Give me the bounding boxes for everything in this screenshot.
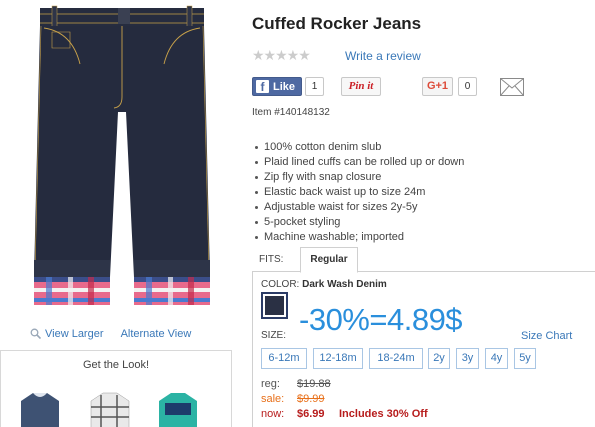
product-image[interactable]	[22, 2, 222, 312]
feature-item: Machine washable; imported	[254, 230, 464, 245]
size-option-5y[interactable]: 5y	[514, 348, 536, 369]
facebook-icon: f	[256, 80, 269, 94]
now-price-label: now:	[261, 408, 285, 420]
size-option-3y[interactable]: 3y	[456, 348, 479, 369]
alternate-view-link[interactable]: Alternate View	[121, 328, 192, 340]
size-option-12-18m[interactable]: 12-18m	[313, 348, 363, 369]
color-value: Dark Wash Denim	[302, 279, 387, 290]
item-number: Item #140148132	[252, 107, 330, 118]
sale-price-label: sale:	[261, 393, 285, 405]
color-swatch-dark-wash[interactable]	[261, 292, 288, 319]
image-links: View Larger Alternate View	[30, 328, 191, 340]
size-option-2y[interactable]: 2y	[428, 348, 450, 369]
product-details: Cuffed Rocker Jeans ★★★★★ Write a review…	[252, 0, 595, 427]
feature-item: Elastic back waist up to size 24m	[254, 185, 464, 200]
size-options: 6-12m 12-18m 18-24m 2y 3y 4y 5y	[261, 348, 591, 370]
color-label: COLOR:	[261, 279, 300, 290]
regular-price: $19.88	[297, 378, 331, 390]
size-option-6-12m[interactable]: 6-12m	[261, 348, 307, 369]
product-title: Cuffed Rocker Jeans	[252, 14, 422, 33]
facebook-like-count: 1	[305, 77, 324, 96]
size-option-4y[interactable]: 4y	[485, 348, 508, 369]
color-row: COLOR: Dark Wash Denim	[261, 279, 387, 290]
fits-label: FITS:	[259, 254, 284, 265]
view-larger-label: View Larger	[45, 328, 104, 340]
social-share-bar: f Like 1 Pin it G+1 0	[252, 77, 552, 97]
feature-list: 100% cotton denim slub Plaid lined cuffs…	[254, 140, 464, 245]
size-label: SIZE:	[261, 330, 287, 341]
look-thumb-sweater[interactable]	[21, 393, 59, 427]
size-chart-link[interactable]: Size Chart	[521, 330, 572, 342]
get-the-look-thumbnails	[21, 392, 197, 427]
feature-item: 100% cotton denim slub	[254, 140, 464, 155]
tab-regular[interactable]: Regular	[300, 247, 358, 273]
pinterest-pin-button[interactable]: Pin it	[341, 77, 381, 96]
now-price: $6.99	[297, 408, 325, 420]
discount-note: Includes 30% Off	[339, 408, 428, 420]
magnifier-icon	[30, 328, 41, 339]
regular-price-label: reg:	[261, 378, 280, 390]
product-gallery: View Larger Alternate View Get the Look!	[0, 0, 240, 427]
view-larger-link[interactable]: View Larger	[30, 328, 107, 340]
sale-price: $9.99	[297, 393, 325, 405]
google-plus-count: 0	[458, 77, 477, 96]
facebook-like-button[interactable]: f Like	[252, 77, 302, 96]
options-panel: COLOR: Dark Wash Denim SIZE: -30%=4.89$ …	[252, 272, 595, 427]
google-plus-button[interactable]: G+1	[422, 77, 453, 96]
envelope-icon[interactable]	[500, 78, 524, 96]
feature-item: Adjustable waist for sizes 2y-5y	[254, 200, 464, 215]
feature-item: Zip fly with snap closure	[254, 170, 464, 185]
get-the-look-panel: Get the Look!	[0, 350, 232, 427]
look-thumb-plaid-shirt[interactable]	[90, 392, 130, 427]
rating-stars: ★★★★★	[252, 47, 311, 63]
feature-item: 5-pocket styling	[254, 215, 464, 230]
get-the-look-title: Get the Look!	[82, 359, 150, 371]
size-option-18-24m[interactable]: 18-24m	[369, 348, 423, 369]
facebook-like-label: Like	[273, 80, 296, 93]
promo-price-text: -30%=4.89$	[299, 302, 463, 337]
feature-item: Plaid lined cuffs can be rolled up or do…	[254, 155, 464, 170]
look-thumb-graphic-tee[interactable]	[159, 393, 197, 427]
write-review-link[interactable]: Write a review	[345, 49, 421, 63]
fits-tabs: FITS: Regular	[252, 245, 595, 273]
